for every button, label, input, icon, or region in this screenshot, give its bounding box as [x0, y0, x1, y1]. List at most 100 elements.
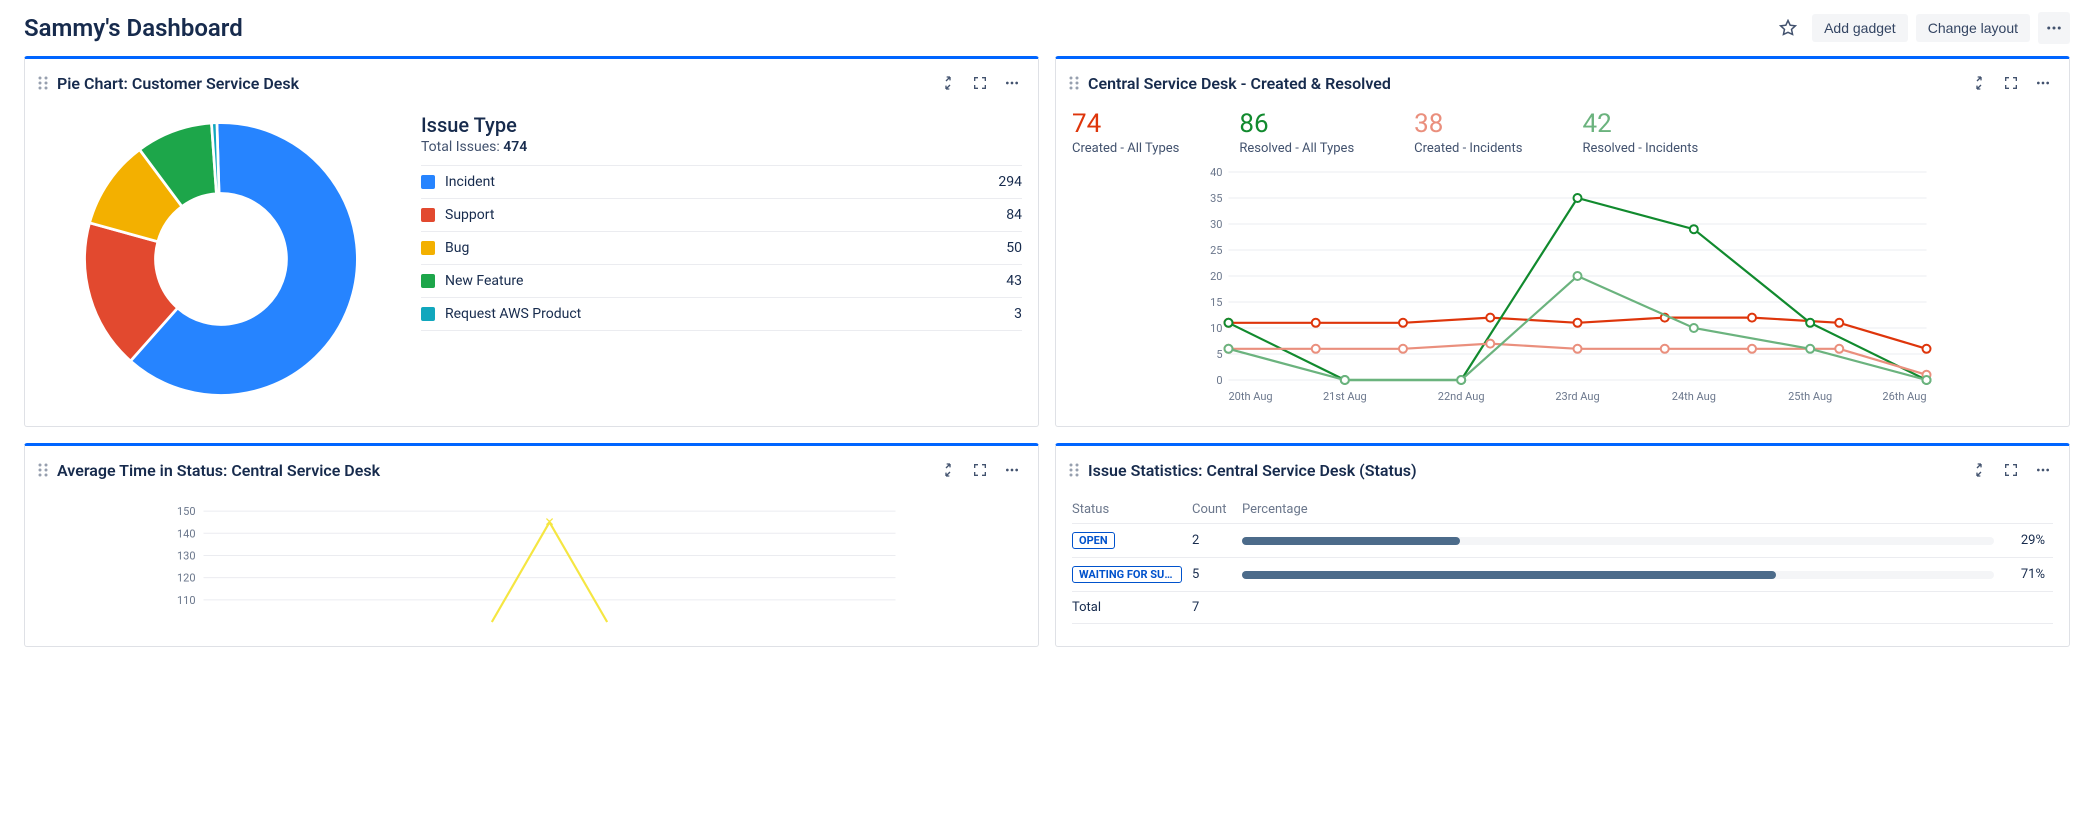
count-cell: 2 — [1192, 524, 1242, 558]
gadget-title: Central Service Desk - Created & Resolve… — [1088, 74, 1965, 93]
chart-point[interactable] — [1312, 345, 1320, 353]
gadget-more-button[interactable] — [998, 456, 1026, 484]
count-cell: 5 — [1192, 558, 1242, 592]
chart-point[interactable] — [1574, 345, 1582, 353]
svg-text:22nd Aug: 22nd Aug — [1438, 390, 1485, 403]
legend-row[interactable]: New Feature 43 — [421, 265, 1022, 298]
chart-point[interactable] — [1806, 345, 1814, 353]
drag-handle-icon[interactable] — [37, 462, 49, 478]
fullscreen-button[interactable] — [966, 456, 994, 484]
pie-total: Total Issues: 474 — [421, 139, 1022, 155]
chart-point[interactable] — [1748, 345, 1756, 353]
chart-point[interactable] — [1690, 225, 1698, 233]
svg-text:40: 40 — [1210, 166, 1222, 179]
chart-point[interactable] — [1225, 319, 1233, 327]
chart-point[interactable] — [1486, 314, 1494, 322]
legend-value: 294 — [998, 174, 1022, 190]
svg-text:21st Aug: 21st Aug — [1323, 390, 1367, 403]
change-layout-button[interactable]: Change layout — [1916, 14, 2030, 42]
svg-text:26th Aug: 26th Aug — [1882, 390, 1926, 403]
chart-point[interactable] — [1806, 319, 1814, 327]
pct-value: 29% — [2004, 533, 2045, 548]
drag-handle-icon[interactable] — [1068, 462, 1080, 478]
legend-swatch — [421, 175, 435, 189]
summary-stat: 74Created - All Types — [1072, 109, 1179, 156]
legend-swatch — [421, 241, 435, 255]
star-button[interactable] — [1772, 12, 1804, 44]
legend-value: 43 — [1006, 273, 1022, 289]
legend-row[interactable]: Bug50 — [421, 232, 1022, 265]
svg-text:110: 110 — [177, 594, 196, 607]
fullscreen-button[interactable] — [1997, 69, 2025, 97]
fullscreen-button[interactable] — [1997, 456, 2025, 484]
drag-handle-icon[interactable] — [37, 75, 49, 91]
legend-label: New Feature — [445, 273, 523, 289]
legend-row[interactable]: Request AWS Product3 — [421, 298, 1022, 331]
legend-value: 50 — [1006, 240, 1022, 256]
gadget-more-button[interactable] — [2029, 69, 2057, 97]
more-icon — [2045, 19, 2063, 37]
chart-point[interactable] — [1574, 319, 1582, 327]
drag-handle-icon[interactable] — [1068, 75, 1080, 91]
summary-stat: 38 Created - Incidents — [1414, 109, 1522, 156]
chart-point[interactable] — [1748, 314, 1756, 322]
legend-value: 3 — [1014, 306, 1022, 322]
legend-swatch — [421, 208, 435, 222]
gadget-title: Average Time in Status: Central Service … — [57, 461, 934, 480]
more-icon — [1004, 75, 1020, 91]
chart-point[interactable] — [1574, 194, 1582, 202]
collapse-button[interactable] — [934, 456, 962, 484]
chart-point[interactable] — [1923, 345, 1931, 353]
stat-value: 42 — [1582, 109, 1698, 139]
svg-text:23rd Aug: 23rd Aug — [1555, 390, 1599, 403]
chart-point[interactable] — [1457, 376, 1465, 384]
more-icon — [2035, 75, 2051, 91]
stat-label: Created - Incidents — [1414, 141, 1522, 156]
chart-point[interactable] — [1835, 345, 1843, 353]
gadget-avg-time: Average Time in Status: Central Service … — [24, 443, 1039, 647]
col-pct: Percentage — [1242, 496, 2053, 524]
fullscreen-button[interactable] — [966, 69, 994, 97]
collapse-button[interactable] — [934, 69, 962, 97]
chart-point[interactable] — [1341, 376, 1349, 384]
gadget-created-resolved: Central Service Desk - Created & Resolve… — [1055, 56, 2070, 427]
chart-point[interactable] — [1661, 345, 1669, 353]
chart-point[interactable] — [1690, 324, 1698, 332]
collapse-button[interactable] — [1965, 69, 1993, 97]
fullscreen-icon — [972, 75, 988, 91]
legend-row[interactable]: Incident294 — [421, 166, 1022, 199]
svg-text:24th Aug: 24th Aug — [1672, 390, 1716, 403]
chart-point[interactable] — [1923, 376, 1931, 384]
collapse-icon — [1971, 462, 1987, 478]
chart-point[interactable] — [1312, 319, 1320, 327]
chart-point[interactable] — [1486, 340, 1494, 348]
chart-point[interactable] — [1225, 345, 1233, 353]
col-count: Count — [1192, 496, 1242, 524]
gadget-title: Pie Chart: Customer Service Desk — [57, 74, 934, 93]
status-badge[interactable]: OPEN — [1072, 532, 1115, 549]
more-button[interactable] — [2038, 12, 2070, 44]
fullscreen-icon — [2003, 75, 2019, 91]
status-badge[interactable]: WAITING FOR SUPP… — [1072, 566, 1182, 583]
chart-point[interactable] — [1835, 319, 1843, 327]
chart-point[interactable] — [1399, 319, 1407, 327]
svg-text:15: 15 — [1210, 296, 1222, 309]
chart-series — [492, 522, 607, 622]
chart-point[interactable] — [1574, 272, 1582, 280]
svg-text:25: 25 — [1210, 244, 1222, 257]
fullscreen-icon — [972, 462, 988, 478]
stat-value: 38 — [1414, 109, 1522, 139]
legend-row[interactable]: Support84 — [421, 199, 1022, 232]
issue-stats-table: Status Count Percentage OPEN229%WAITING … — [1072, 496, 2053, 624]
gadget-more-button[interactable] — [998, 69, 1026, 97]
add-gadget-button[interactable]: Add gadget — [1812, 14, 1908, 42]
chart-point[interactable]: ✕ — [544, 515, 554, 529]
gadget-more-button[interactable] — [2029, 456, 2057, 484]
chart-point[interactable] — [1399, 345, 1407, 353]
pct-value: 71% — [2004, 567, 2045, 582]
svg-text:120: 120 — [177, 572, 196, 585]
collapse-button[interactable] — [1965, 456, 1993, 484]
stat-label: Created - All Types — [1072, 141, 1179, 156]
more-icon — [2035, 462, 2051, 478]
gadget-issue-statistics: Issue Statistics: Central Service Desk (… — [1055, 443, 2070, 647]
